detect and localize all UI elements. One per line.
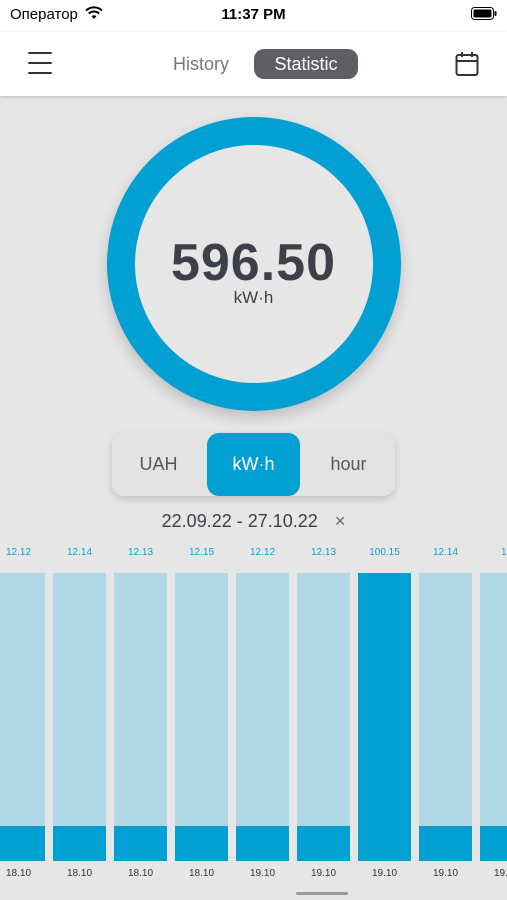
- tab-statistic[interactable]: Statistic: [254, 49, 358, 79]
- bar-column[interactable]: 100.15 19.10: [358, 540, 411, 890]
- bar-track: [114, 573, 167, 861]
- bar-track: [480, 573, 507, 861]
- menu-icon[interactable]: [28, 52, 52, 76]
- tab-history[interactable]: History: [160, 49, 242, 79]
- battery-icon: [471, 7, 497, 20]
- bar-column[interactable]: 12.15 18.10: [175, 540, 228, 890]
- bar-chart: 12.12 18.10 12.14 18.10 12.13 18.10 12.15 18.10…: [0, 540, 507, 890]
- home-indicator: [296, 892, 348, 895]
- bar: [114, 826, 167, 861]
- bar-track: [419, 573, 472, 861]
- calendar-icon[interactable]: [455, 51, 479, 77]
- bar-column[interactable]: 12.13 18.10: [114, 540, 167, 890]
- unit-option-uah[interactable]: UAH: [112, 433, 205, 496]
- total-unit: kW·h: [233, 288, 274, 307]
- status-bar: Оператор 11:37 PM: [0, 0, 507, 32]
- unit-option-kwh[interactable]: kW·h: [207, 433, 300, 496]
- bar-track: [236, 573, 289, 861]
- date-range-text: 22.09.22 - 27.10.22: [161, 510, 318, 531]
- close-icon[interactable]: ×: [335, 511, 346, 532]
- bar-column[interactable]: 12.12 19.10: [236, 540, 289, 890]
- bar: [419, 826, 472, 861]
- bar-date-label: 19.10: [493, 868, 507, 879]
- bar-column[interactable]: 12.14 19.10: [419, 540, 472, 890]
- nav-bar: History Statistic: [0, 32, 507, 96]
- bar: [236, 826, 289, 861]
- bar: [175, 826, 228, 861]
- bar-column[interactable]: 12.12 18.10: [0, 540, 45, 890]
- bar-column[interactable]: 12.13 19.10: [297, 540, 350, 890]
- date-range: 22.09.22 - 27.10.22 ×: [0, 510, 507, 532]
- bar-column[interactable]: 12.14 18.10: [53, 540, 106, 890]
- bar-track: [175, 573, 228, 861]
- bar-value-label: 12: [500, 547, 507, 558]
- bar-track: [0, 573, 45, 861]
- bar: [480, 826, 507, 861]
- bar-track: [297, 573, 350, 861]
- bar-track: [358, 573, 411, 861]
- unit-switch: UAH kW·h hour: [112, 433, 395, 496]
- bar-track: [53, 573, 106, 861]
- status-time: 11:37 PM: [221, 6, 286, 23]
- unit-option-hour[interactable]: hour: [302, 433, 395, 496]
- bar: [358, 573, 411, 861]
- bar: [297, 826, 350, 861]
- total-value: 596.50: [170, 234, 337, 292]
- bar-column[interactable]: 12 19.10: [480, 540, 507, 890]
- bar: [53, 826, 106, 861]
- bar: [0, 826, 45, 861]
